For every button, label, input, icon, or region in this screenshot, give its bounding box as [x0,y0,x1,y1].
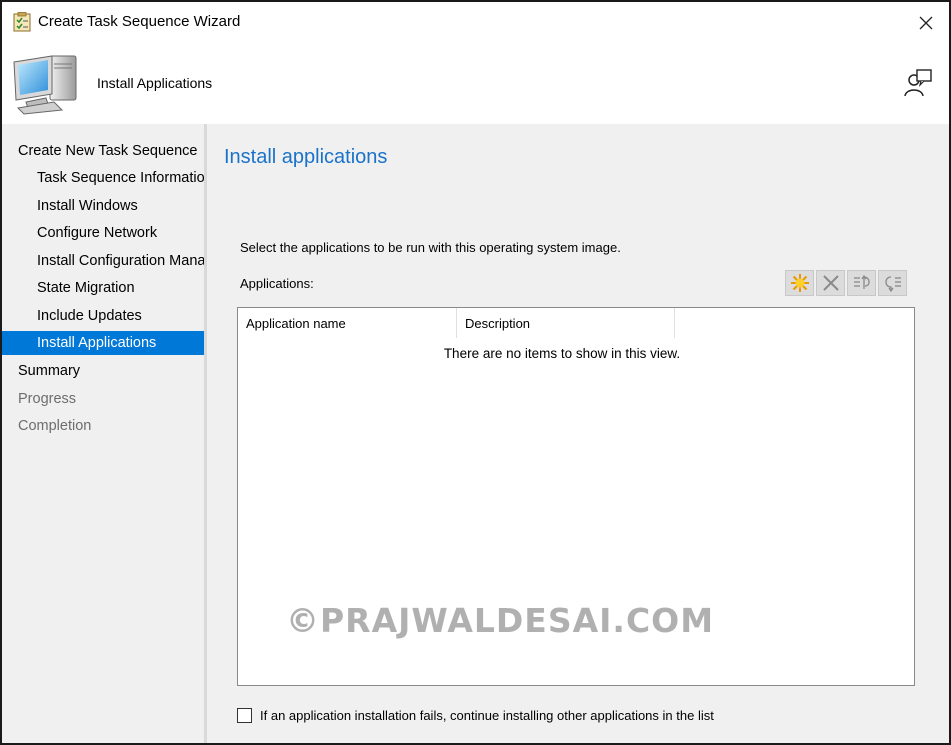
title-bar: Create Task Sequence Wizard [2,2,949,44]
wizard-step-nav: Create New Task Sequence Task Sequence I… [2,124,204,743]
move-down-icon [884,276,901,293]
applications-toolbar [785,270,907,296]
empty-list-message: There are no items to show in this view. [443,346,681,361]
nav-item-state-migration: State Migration [37,280,135,296]
move-up-button[interactable] [847,270,876,296]
nav-item-create-new-task-sequence: Create New Task Sequence [18,143,198,159]
nav-item-task-sequence-information: Task Sequence Information [37,170,204,186]
close-icon [919,16,933,30]
new-star-icon [790,274,809,292]
nav-item-include-updates: Include Updates [37,308,142,324]
wizard-window: Create Task Sequence Wizard Install Appl… [0,0,951,745]
page-title: Install applications [224,146,388,168]
task-sequence-clipboard-icon [13,12,31,32]
watermark: ©PRAJWALDESAI.COM [286,601,715,640]
nav-item-completion: Completion [18,418,92,434]
nav-item-progress: Progress [18,391,77,407]
delete-application-button[interactable] [816,270,845,296]
nav-item-configure-network: Configure Network [37,225,158,241]
help-person-icon[interactable] [903,68,933,98]
instructions-text: Select the applications to be run with t… [240,240,621,255]
header-banner: Install Applications [2,44,949,124]
applications-label: Applications: [240,276,314,291]
continue-on-failure-checkbox[interactable] [237,708,252,723]
nav-item-install-applications: Install Applications [2,331,204,355]
continue-on-failure-option[interactable]: If an application installation fails, co… [237,708,714,723]
move-down-button[interactable] [878,270,907,296]
applications-list[interactable]: Application name Description There are n… [237,307,915,686]
close-button[interactable] [903,2,949,44]
nav-item-install-configuration-manager: Install Configuration Manager [37,253,204,269]
window-title: Create Task Sequence Wizard [38,13,241,30]
main-panel: Install applications Select the applicat… [207,124,949,743]
computer-icon [13,55,77,115]
continue-on-failure-label[interactable]: If an application installation fails, co… [260,708,714,723]
move-up-icon [853,274,870,289]
delete-x-icon [822,275,839,291]
banner-page-title: Install Applications [97,75,213,91]
column-header-description[interactable]: Description [457,308,675,338]
nav-item-summary: Summary [18,363,81,379]
nav-item-install-windows: Install Windows [37,198,138,214]
new-application-button[interactable] [785,270,814,296]
column-header-application-name[interactable]: Application name [238,308,457,338]
